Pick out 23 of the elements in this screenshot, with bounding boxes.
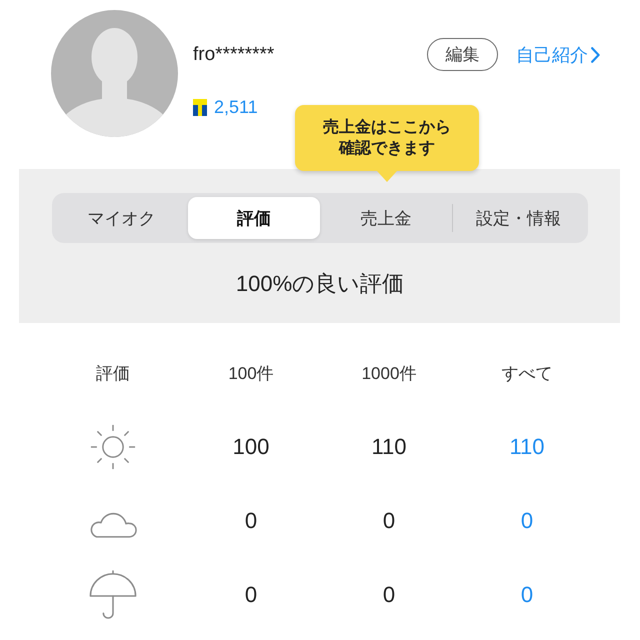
table-cell: 110 — [371, 434, 407, 460]
column-header: 評価 — [96, 362, 130, 384]
umbrella-icon — [89, 570, 137, 620]
tooltip: 売上金はここから確認できます — [295, 105, 479, 182]
sun-icon — [90, 424, 136, 470]
username: fro******** — [193, 44, 276, 66]
column-header: 1000件 — [362, 362, 416, 384]
tab[interactable]: マイオク — [56, 197, 188, 239]
table-cell: 0 — [382, 508, 396, 534]
chevron-right-icon — [591, 46, 600, 62]
tab[interactable]: 評価 — [188, 197, 320, 239]
tab[interactable]: 売上金 — [320, 197, 452, 239]
table-cell: 0 — [244, 582, 258, 608]
table-cell: 0 — [382, 582, 396, 608]
column-header: 100件 — [228, 362, 274, 384]
points-balance: 2,511 — [214, 96, 258, 118]
tab[interactable]: 設定・情報 — [452, 197, 584, 239]
table-cell: 0 — [244, 508, 258, 534]
t-logo-icon — [193, 98, 207, 116]
rating-summary: 100%の良い評価 — [234, 270, 406, 298]
table-cell: 100 — [232, 434, 270, 460]
edit-button[interactable]: 編集 — [427, 38, 498, 71]
column-header: すべて — [502, 362, 552, 384]
